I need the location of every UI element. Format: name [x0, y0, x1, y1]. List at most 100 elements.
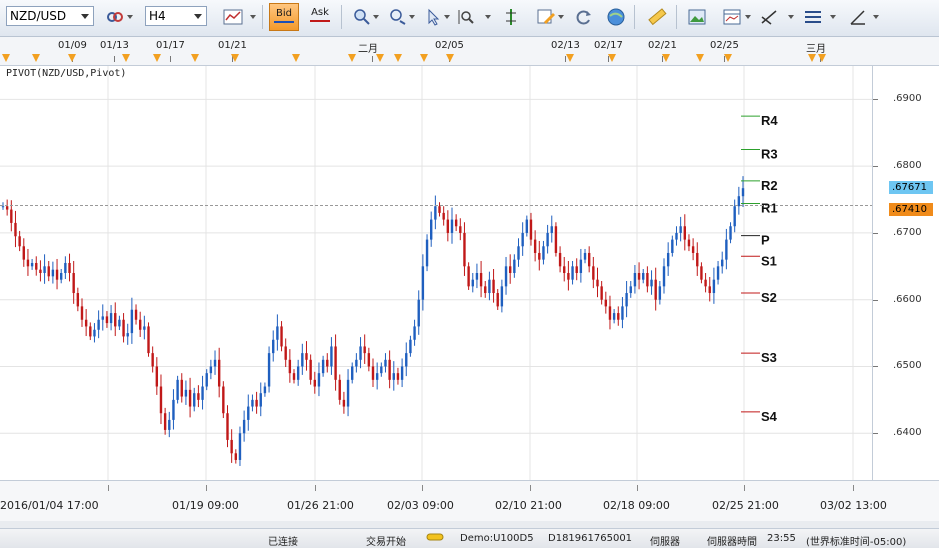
candle-body	[296, 366, 300, 380]
candle-body	[513, 259, 516, 273]
candle-body	[658, 286, 662, 300]
toolbar-separator	[262, 5, 263, 29]
event-marker-icon[interactable]	[446, 54, 454, 62]
pivot-label-s4: S4	[761, 409, 778, 424]
event-marker-icon[interactable]	[662, 54, 670, 62]
chevron-down-icon[interactable]	[250, 15, 256, 19]
event-marker-icon[interactable]	[818, 54, 826, 62]
event-marker-icon[interactable]	[32, 54, 40, 62]
candle-body	[105, 316, 109, 324]
top-axis-label: 三月	[806, 44, 826, 55]
bid-button[interactable]: Bid	[269, 3, 299, 31]
time-axis-tick	[315, 485, 316, 491]
time-axis-label: 01/19 09:00	[172, 499, 239, 512]
candle-body	[184, 389, 188, 397]
event-marker-icon[interactable]	[394, 54, 402, 62]
chart-type-icon[interactable]	[220, 4, 246, 30]
candle-body	[80, 306, 84, 320]
edit-icon[interactable]	[533, 4, 559, 30]
event-marker-icon[interactable]	[724, 54, 732, 62]
candle-body	[138, 319, 142, 330]
lines-icon[interactable]	[800, 4, 826, 30]
candle-body	[704, 279, 707, 287]
pivot-label-s2: S2	[761, 290, 777, 305]
zoom-icon[interactable]	[453, 4, 479, 30]
pointer-icon[interactable]	[420, 4, 446, 30]
candle-body	[280, 326, 283, 347]
chevron-down-icon[interactable]	[745, 15, 751, 19]
event-marker-icon[interactable]	[153, 54, 161, 62]
timeframe-select[interactable]: H4	[145, 6, 207, 26]
pivot-label-s3: S3	[761, 350, 777, 365]
event-marker-icon[interactable]	[2, 54, 10, 62]
candle-body	[691, 246, 695, 253]
candle-body	[463, 232, 466, 267]
chevron-down-icon[interactable]	[373, 15, 379, 19]
chevron-down-icon[interactable]	[788, 15, 794, 19]
candle-body	[542, 246, 545, 260]
top-axis-label: 01/17	[156, 40, 185, 51]
chart-plot-area[interactable]: R4 R3 R2 R1 P S1 S2 S3 S4 PIVOT(NZD/USD,Pivot)	[0, 66, 872, 480]
event-marker-icon[interactable]	[566, 54, 574, 62]
candle-body	[313, 379, 316, 387]
candle-body	[729, 226, 732, 240]
candle-body	[405, 353, 408, 367]
candle-body	[93, 329, 96, 337]
horizontal-scrollbar[interactable]	[0, 521, 939, 528]
event-marker-icon[interactable]	[608, 54, 616, 62]
candle-body	[238, 433, 242, 460]
candle-body	[596, 279, 599, 287]
status-bar: 已连接 交易开始 Demo:U100D5 D181961765001 伺服器 伺…	[0, 528, 939, 548]
chevron-down-icon[interactable]	[409, 15, 415, 19]
draw-tools-icon[interactable]	[756, 4, 782, 30]
event-marker-icon[interactable]	[191, 54, 199, 62]
vertical-line-icon[interactable]	[498, 4, 524, 30]
chevron-down-icon[interactable]	[873, 15, 879, 19]
candle-body	[26, 259, 30, 267]
ask-label: Ask	[311, 7, 329, 18]
chevron-down-icon[interactable]	[485, 15, 491, 19]
ruler-icon[interactable]	[644, 4, 670, 30]
server-time: 23:55	[767, 533, 796, 544]
candle-body	[538, 252, 541, 260]
chevron-down-icon[interactable]	[444, 15, 450, 19]
price-axis-tick	[873, 232, 878, 234]
link-icon[interactable]	[102, 4, 128, 30]
chevron-down-icon[interactable]	[558, 15, 564, 19]
ask-button[interactable]: Ask	[305, 3, 335, 31]
top-axis-label: 02/05	[435, 40, 464, 51]
top-axis-label: 02/25	[710, 40, 739, 51]
candle-body	[330, 346, 333, 367]
candle-body	[72, 273, 75, 294]
candle-body	[5, 206, 9, 210]
event-marker-icon[interactable]	[420, 54, 428, 62]
event-marker-icon[interactable]	[231, 54, 239, 62]
candle-body	[712, 279, 716, 294]
event-marker-icon[interactable]	[122, 54, 130, 62]
event-marker-icon[interactable]	[68, 54, 76, 62]
angle-icon[interactable]	[845, 4, 871, 30]
event-marker-icon[interactable]	[696, 54, 704, 62]
crosshair-icon[interactable]	[349, 4, 375, 30]
event-marker-icon[interactable]	[376, 54, 384, 62]
chevron-down-icon[interactable]	[127, 15, 133, 19]
chevron-down-icon	[81, 14, 89, 19]
refresh-icon[interactable]	[571, 4, 597, 30]
candle-body	[217, 359, 221, 387]
candle-body	[101, 316, 104, 320]
event-marker-icon[interactable]	[348, 54, 356, 62]
indicator-icon[interactable]	[385, 4, 411, 30]
candle-body	[604, 299, 608, 307]
globe-icon[interactable]	[603, 4, 629, 30]
image-icon[interactable]	[684, 4, 710, 30]
template-icon[interactable]	[719, 4, 745, 30]
chevron-down-icon[interactable]	[830, 15, 836, 19]
symbol-select[interactable]: NZD/USD	[6, 6, 94, 26]
event-marker-icon[interactable]	[808, 54, 816, 62]
event-marker-icon[interactable]	[292, 54, 300, 62]
time-axis-tick	[206, 485, 207, 491]
candle-body	[633, 273, 637, 287]
account-id: D181961765001	[548, 533, 633, 544]
candle-body	[64, 262, 67, 273]
candle-body	[267, 353, 271, 387]
